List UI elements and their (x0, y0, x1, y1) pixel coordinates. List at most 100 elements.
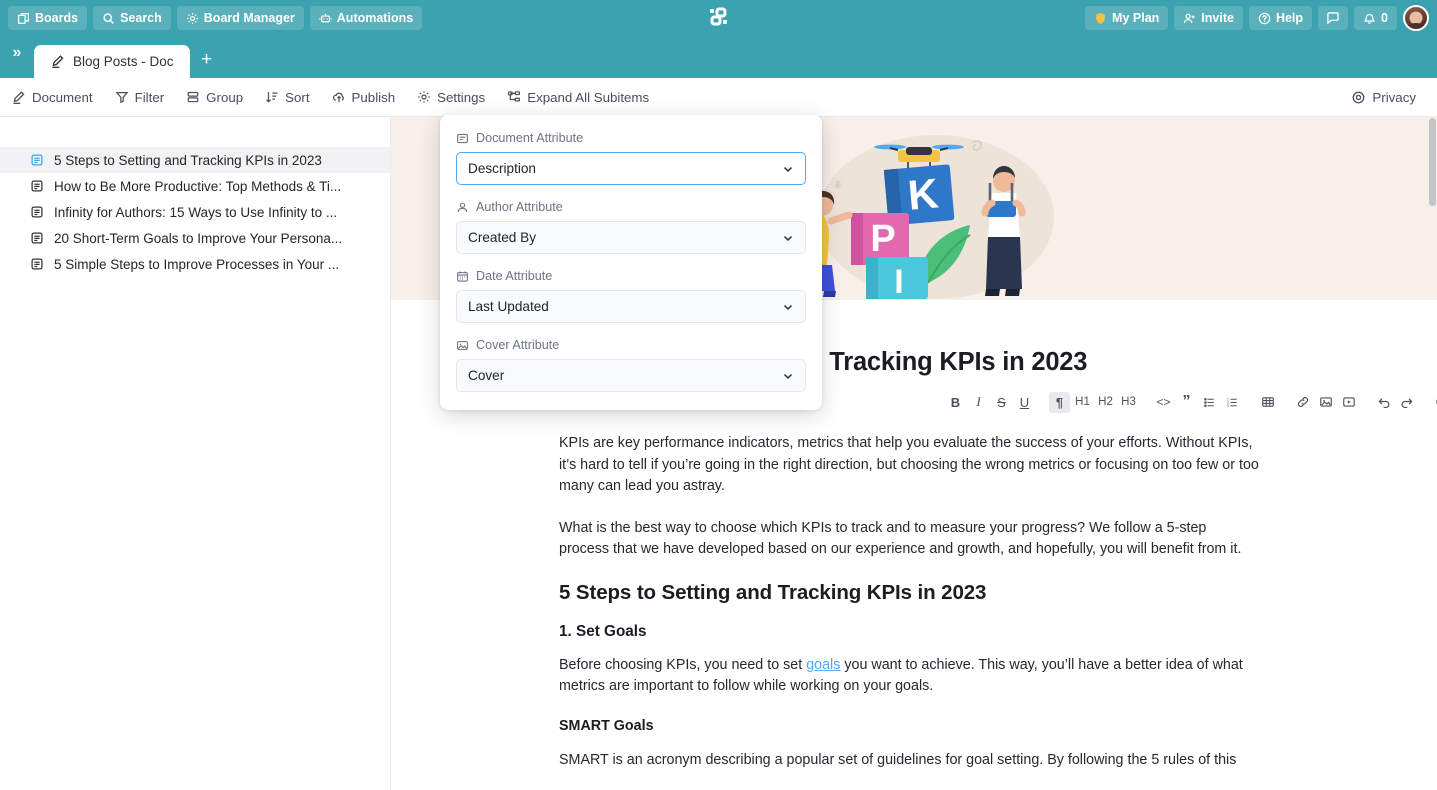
svg-text:3: 3 (1227, 404, 1229, 408)
toolbar-item-sort[interactable]: Sort (254, 78, 320, 117)
calendar-icon (456, 270, 469, 283)
heading-1-button[interactable]: H1 (1072, 392, 1093, 413)
chevron-down-icon (781, 300, 795, 314)
heading-2-button[interactable]: H2 (1095, 392, 1116, 413)
cover-attribute-select[interactable]: Cover (456, 359, 806, 392)
boards-icon (17, 12, 30, 25)
sidebar-item-1[interactable]: How to Be More Productive: Top Methods &… (0, 173, 390, 199)
infinity-logo[interactable] (706, 5, 732, 31)
strikethrough-button[interactable]: S (991, 392, 1012, 413)
cover-attribute-value: Cover (468, 368, 505, 383)
document-toolbar: Document Filter Group Sort Publish Setti… (0, 78, 1437, 117)
search-button[interactable]: Search (93, 6, 171, 30)
author-attribute-select[interactable]: Created By (456, 221, 806, 254)
filter-icon (115, 90, 129, 104)
sidebar-item-label: How to Be More Productive: Top Methods &… (54, 178, 342, 194)
question-circle-icon (1258, 12, 1271, 25)
body-paragraph-2: What is the best way to choose which KPI… (559, 519, 1242, 558)
eye-icon (1351, 90, 1366, 105)
avatar[interactable] (1403, 5, 1429, 31)
paragraph-button[interactable]: ¶ (1049, 391, 1070, 413)
my-plan-label: My Plan (1112, 11, 1160, 25)
underline-button[interactable]: U (1014, 392, 1035, 413)
code-button[interactable]: <> (1153, 392, 1174, 413)
toolbar-label-expand-all-subitems: Expand All Subitems (527, 89, 650, 105)
undo-button[interactable] (1373, 392, 1394, 413)
sidebar-item-0[interactable]: 5 Steps to Setting and Tracking KPIs in … (0, 147, 390, 173)
automations-button[interactable]: Automations (309, 6, 423, 30)
doc-pen-icon (11, 90, 26, 105)
gear-icon (186, 12, 199, 25)
top-navigation-bar: Boards Search Board Manager Automations … (0, 0, 1437, 36)
help-button[interactable]: Help (1248, 6, 1313, 30)
automations-label: Automations (336, 11, 414, 25)
body-heading-3: 1. Set Goals (559, 622, 647, 640)
invite-button[interactable]: Invite (1174, 6, 1243, 30)
toolbar-item-settings[interactable]: Settings (406, 78, 496, 117)
toolbar-label-filter: Filter (134, 89, 165, 105)
toolbar-item-group[interactable]: Group (175, 78, 254, 117)
bullet-list-button[interactable] (1199, 392, 1220, 413)
sidebar-item-label: 5 Steps to Setting and Tracking KPIs in … (54, 152, 322, 168)
chevrons-right-icon[interactable]: » (0, 36, 34, 78)
body-paragraph-4: SMART is an acronym describing a popular… (559, 751, 1237, 768)
heading-3-button[interactable]: H3 (1118, 392, 1139, 413)
chat-button[interactable] (1318, 6, 1349, 30)
sidebar-item-4[interactable]: 5 Simple Steps to Improve Processes in Y… (0, 251, 390, 277)
video-button[interactable] (1338, 392, 1359, 413)
date-attribute-select[interactable]: Last Updated (456, 290, 806, 323)
toolbar-label-publish: Publish (351, 89, 396, 105)
notifications-button[interactable]: 0 (1354, 6, 1397, 30)
date-attribute-value: Last Updated (468, 299, 549, 314)
board-manager-label: Board Manager (203, 11, 295, 25)
svg-text:K: K (906, 169, 940, 218)
tab-label: Blog Posts - Doc (73, 54, 174, 69)
toolbar-item-filter[interactable]: Filter (104, 78, 176, 117)
expand-subitems-icon (507, 90, 521, 104)
invite-label: Invite (1201, 11, 1234, 25)
sidebar-item-3[interactable]: 20 Short-Term Goals to Improve Your Pers… (0, 225, 390, 251)
author-attribute-value: Created By (468, 230, 537, 245)
document-attribute-select[interactable]: Description (456, 152, 806, 185)
boards-button[interactable]: Boards (8, 6, 88, 30)
author-attribute-label: Author Attribute (456, 200, 806, 214)
svg-text:P: P (870, 218, 895, 260)
redo-button[interactable] (1396, 392, 1417, 413)
body-heading-2: 5 Steps to Setting and Tracking KPIs in … (559, 580, 987, 604)
table-button[interactable] (1257, 392, 1278, 413)
link-button[interactable] (1292, 392, 1313, 413)
vertical-scrollbar[interactable] (1429, 118, 1436, 206)
gear-icon (417, 90, 431, 104)
toolbar-item-expand-all-subitems[interactable]: Expand All Subitems (496, 78, 660, 117)
toolbar-item-document[interactable]: Document (0, 78, 104, 117)
toolbar-item-privacy[interactable]: Privacy (1340, 78, 1427, 117)
topbar-right-group: My Plan Invite Help 0 (1085, 0, 1429, 36)
svg-text:I: I (894, 263, 903, 300)
tab-blog-posts-doc[interactable]: Blog Posts - Doc (34, 45, 190, 78)
quote-button[interactable]: ” (1176, 392, 1197, 413)
body-paragraph-1: KPIs are key performance indicators, met… (559, 435, 1259, 494)
sidebar-item-2[interactable]: Infinity for Authors: 15 Ways to Use Inf… (0, 199, 390, 225)
kpi-illustration: K P I (800, 135, 1054, 300)
bold-button[interactable]: B (945, 392, 966, 413)
emoji-button[interactable] (1431, 392, 1437, 413)
toolbar-item-publish[interactable]: Publish (321, 78, 407, 117)
numbered-list-button[interactable]: 1 2 3 (1222, 392, 1243, 413)
author-attribute-label-text: Author Attribute (476, 200, 563, 214)
person-add-icon (1183, 12, 1196, 25)
add-tab-button[interactable]: + (190, 45, 224, 78)
topbar-left-group: Boards Search Board Manager Automations (0, 6, 423, 30)
image-icon (456, 339, 469, 352)
paragraph-3-before: Before choosing KPIs, you need to set (559, 656, 807, 673)
document-icon (30, 231, 44, 245)
image-button[interactable] (1315, 392, 1336, 413)
toolbar-label-sort: Sort (285, 89, 310, 105)
my-plan-button[interactable]: My Plan (1085, 6, 1169, 30)
boards-label: Boards (35, 11, 79, 25)
board-manager-button[interactable]: Board Manager (176, 6, 304, 30)
italic-button[interactable]: I (968, 392, 989, 413)
document-list-sidebar: 5 Steps to Setting and Tracking KPIs in … (0, 117, 391, 790)
goals-link[interactable]: goals (806, 657, 840, 673)
robot-icon (319, 12, 332, 25)
body-paragraph-3: Before choosing KPIs, you need to set go… (559, 655, 1259, 698)
